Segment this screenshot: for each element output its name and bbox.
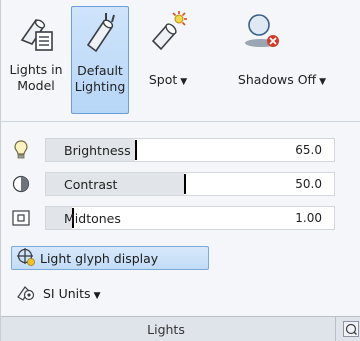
contrast-slider-thumb[interactable] <box>184 174 187 194</box>
midtones-icon <box>11 208 31 228</box>
lights-in-model-label-2: Model <box>17 78 55 93</box>
brightness-slider-thumb[interactable] <box>135 140 138 160</box>
contrast-label: Contrast <box>64 177 118 192</box>
lights-in-model-icon <box>11 6 61 58</box>
midtones-label: Midtones <box>64 211 121 226</box>
panel-footer: Lights <box>1 316 360 341</box>
spot-label: Spot <box>148 72 178 87</box>
brightness-row: Brightness 65.0 <box>1 136 360 162</box>
shadows-off-icon <box>237 6 287 58</box>
default-lighting-icon <box>75 7 125 59</box>
default-lighting-label-2: Lighting <box>74 79 126 94</box>
shadows-off-button[interactable]: Shadows Off ▼ <box>207 6 357 114</box>
spot-light-icon <box>143 6 193 58</box>
dialog-launcher-icon[interactable] <box>343 321 359 337</box>
lights-ribbon-panel: Lights in Model Default Lighting Spot ▼ … <box>0 0 360 341</box>
default-lighting-button[interactable]: Default Lighting <box>71 6 129 114</box>
chevron-down-icon: ▼ <box>319 77 327 87</box>
shadows-off-label: Shadows Off <box>237 72 317 87</box>
light-glyph-display-label: Light glyph display <box>40 250 159 266</box>
contrast-value: 50.0 <box>295 177 322 191</box>
brightness-label: Brightness <box>64 143 131 158</box>
lights-in-model-button[interactable]: Lights in Model <box>5 6 67 114</box>
light-bulb-icon <box>11 140 31 160</box>
brightness-value: 65.0 <box>295 143 322 157</box>
light-glyph-icon <box>16 247 36 270</box>
midtones-row: Midtones 1.00 <box>1 204 360 230</box>
default-lighting-label-1: Default <box>77 63 123 78</box>
footer-divider <box>335 317 336 341</box>
contrast-row: Contrast 50.0 <box>1 170 360 196</box>
units-icon <box>15 283 35 304</box>
contrast-icon <box>11 174 31 194</box>
panel-title: Lights <box>147 322 185 337</box>
units-label: SI Units <box>43 286 91 301</box>
ribbon-divider <box>1 121 360 122</box>
brightness-slider[interactable]: Brightness 65.0 <box>45 138 335 162</box>
chevron-down-icon: ▼ <box>93 291 101 301</box>
lights-in-model-label-1: Lights in <box>9 62 63 77</box>
midtones-value: 1.00 <box>295 211 322 225</box>
lighting-button-row: Lights in Model Default Lighting Spot ▼ … <box>1 0 360 120</box>
contrast-slider[interactable]: Contrast 50.0 <box>45 172 335 196</box>
midtones-slider[interactable]: Midtones 1.00 <box>45 206 335 230</box>
units-dropdown[interactable]: SI Units ▼ <box>15 283 100 304</box>
light-glyph-display-button[interactable]: Light glyph display <box>11 246 209 270</box>
spot-light-button[interactable]: Spot ▼ <box>133 6 203 114</box>
chevron-down-icon: ▼ <box>180 77 188 87</box>
